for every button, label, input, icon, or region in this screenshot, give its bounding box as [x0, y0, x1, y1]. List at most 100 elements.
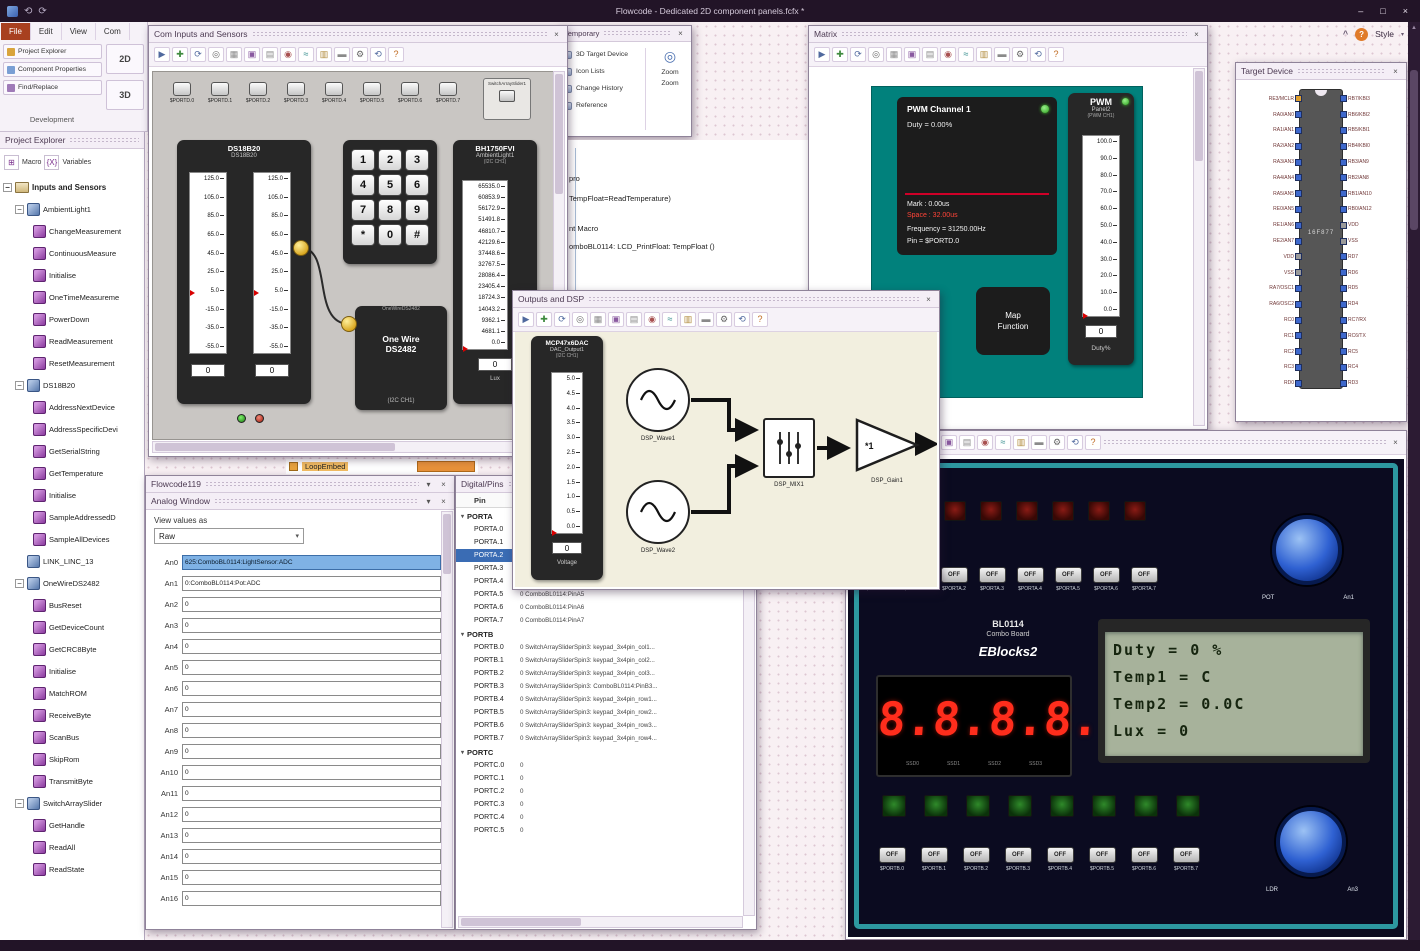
pin-row-PORTB.7[interactable]: PORTB.7 0 SwitchArraySliderSpin3: keypad_…	[456, 732, 744, 745]
grid-icon[interactable]: ▦	[226, 47, 242, 62]
panel-switch[interactable]: $PORTD.0	[165, 82, 199, 104]
vertical-scrollbar[interactable]	[441, 511, 453, 928]
grid-icon[interactable]: ▦	[886, 47, 902, 62]
scrollbar-thumb[interactable]	[1410, 70, 1418, 230]
ruler-icon[interactable]: ▬	[994, 47, 1010, 62]
analog-value-An4[interactable]: 0	[182, 639, 441, 654]
pin-RA7/OSC1[interactable]	[1295, 284, 1302, 292]
scrollbar-thumb[interactable]	[461, 918, 581, 926]
keypad-key-8[interactable]: 8	[378, 199, 402, 221]
pin-RD5[interactable]	[1340, 284, 1347, 292]
refresh-icon[interactable]: ⟲	[1067, 435, 1083, 450]
panel-switch[interactable]: $PORTD.2	[241, 82, 275, 104]
pin-RB7/KBI3[interactable]	[1340, 95, 1347, 103]
help-icon[interactable]: ?	[1355, 27, 1369, 41]
tree-item-ResetMeasurement[interactable]: ResetMeasurement	[3, 352, 143, 374]
off-button[interactable]: OFF	[1092, 567, 1120, 583]
tree-item-ReadAll[interactable]: ReadAll	[3, 836, 143, 858]
switch-button[interactable]	[363, 82, 381, 96]
chart-icon[interactable]: ▥	[976, 47, 992, 62]
pin-RB6/KBI2[interactable]	[1340, 111, 1347, 119]
off-button[interactable]: OFF	[1054, 567, 1082, 583]
scroll-up-icon[interactable]: ▲	[1408, 22, 1420, 34]
panel-switch[interactable]: $PORTD.6	[393, 82, 427, 104]
tree-item-ContinuousMeasure[interactable]: ContinuousMeasure	[3, 242, 143, 264]
variables-icon[interactable]: {X}	[44, 154, 60, 170]
layers-icon[interactable]: ▤	[922, 47, 938, 62]
select-icon[interactable]: ▶	[814, 47, 830, 62]
zoom-button[interactable]: Zoom	[649, 80, 691, 87]
minimize-button[interactable]: –	[1358, 6, 1363, 16]
off-button[interactable]: OFF	[1130, 567, 1158, 583]
board-switch[interactable]: OFF $PORTA.5	[1050, 567, 1086, 592]
analog-value-An3[interactable]: 0	[182, 618, 441, 633]
analog-value-An15[interactable]: 0	[182, 870, 441, 885]
3d-panel-button[interactable]: 3D	[106, 80, 144, 110]
analog-value-An8[interactable]: 0	[182, 723, 441, 738]
close-icon[interactable]: ×	[1191, 30, 1202, 39]
tree-item-ReceiveByte[interactable]: ReceiveByte	[3, 704, 143, 726]
pin-RD3[interactable]	[1340, 379, 1347, 387]
expander-icon[interactable]: −	[3, 182, 12, 192]
switch-button[interactable]	[287, 82, 305, 96]
expander-icon[interactable]: −	[15, 798, 24, 808]
ruler-icon[interactable]: ▬	[1031, 435, 1047, 450]
layers-icon[interactable]: ▤	[626, 312, 642, 327]
keypad-key-2[interactable]: 2	[378, 149, 402, 171]
panel-switch[interactable]: $PORTD.3	[279, 82, 313, 104]
help-icon[interactable]: ?	[1085, 435, 1101, 450]
pin-RA6/OSC2[interactable]	[1295, 300, 1302, 308]
board-switch[interactable]: OFF $PORTB.1	[916, 847, 952, 872]
mini-switch[interactable]	[499, 90, 515, 102]
tab-view[interactable]: View	[61, 23, 96, 40]
ruler-icon[interactable]: ▬	[698, 312, 714, 327]
pin-RE2/AN7[interactable]	[1295, 237, 1302, 245]
pwm-channel-component[interactable]: PWM Channel 1 Duty = 0.00% Mark : 0.00us…	[897, 97, 1057, 255]
off-button[interactable]: OFF	[940, 567, 968, 583]
pin-RD7[interactable]	[1340, 253, 1347, 261]
expander-icon[interactable]: −	[15, 204, 24, 214]
zoom-icon[interactable]: ◎	[649, 48, 691, 65]
analog-value-An9[interactable]: 0	[182, 744, 441, 759]
pin-row-PORTB.6[interactable]: PORTB.6 0 SwitchArraySliderSpin3: keypad_…	[456, 719, 744, 732]
tree-item-GetTemperature[interactable]: GetTemperature	[3, 462, 143, 484]
camera-icon[interactable]: ◉	[940, 47, 956, 62]
settings-icon[interactable]: ⚙	[1049, 435, 1065, 450]
pin-RA5/AN5[interactable]	[1295, 190, 1302, 198]
box-icon[interactable]: ▣	[244, 47, 260, 62]
dsp-wave2-component[interactable]	[626, 480, 690, 544]
tree-item-ChangeMeasurement[interactable]: ChangeMeasurement	[3, 220, 143, 242]
tree-item-GetHandle[interactable]: GetHandle	[3, 814, 143, 836]
chart-icon[interactable]: ▥	[316, 47, 332, 62]
tree-item-SampleAddressedD[interactable]: SampleAddressedD	[3, 506, 143, 528]
pane-header[interactable]: Analog Window ▾ ×	[146, 493, 454, 510]
tree-item-SkipRom[interactable]: SkipRom	[3, 748, 143, 770]
board-switch[interactable]: OFF $PORTB.4	[1042, 847, 1078, 872]
switch-button[interactable]	[325, 82, 343, 96]
2d-panel-button[interactable]: 2D	[106, 44, 144, 74]
dsp-mixer-component[interactable]	[763, 418, 815, 478]
voltage-scale[interactable]: 5.0 4.5 4.0 3.5 3.0 2.5 2.0 1.5 1.0 0.5 0.0	[551, 372, 583, 536]
scrollbar-thumb[interactable]	[443, 514, 451, 574]
close-icon[interactable]: ×	[438, 480, 449, 489]
board-switch[interactable]: OFF $PORTB.2	[958, 847, 994, 872]
tree-item-Initialise[interactable]: Initialise	[3, 484, 143, 506]
panel-switch[interactable]: $PORTD.1	[203, 82, 237, 104]
chevron-down-icon[interactable]: ▾	[423, 497, 434, 506]
pin-RB1/AN10[interactable]	[1340, 190, 1347, 198]
board-switch[interactable]: OFF $PORTA.7	[1126, 567, 1162, 592]
zoom-icon[interactable]: ◎	[572, 312, 588, 327]
analog-value-An12[interactable]: 0	[182, 807, 441, 822]
collapse-ribbon-icon[interactable]: ^	[1343, 29, 1348, 39]
pin-row-PORTC.2[interactable]: PORTC.2 0	[456, 785, 744, 798]
switch-button[interactable]	[173, 82, 191, 96]
undo-icon[interactable]: ⟲	[24, 6, 32, 17]
analog-value-An2[interactable]: 0	[182, 597, 441, 612]
wave-icon[interactable]: ≈	[662, 312, 678, 327]
settings-icon[interactable]: ⚙	[1012, 47, 1028, 62]
mcp47x6-dac-component[interactable]: MCP47x6DAC DAC_Output1 (I2C CH1) 5.0 4.5 4…	[531, 336, 603, 580]
port-group-PORTB[interactable]: ▾ PORTB	[456, 627, 744, 641]
analog-value-An1[interactable]: 0:ComboBL0114:Pot:ADC	[182, 576, 441, 591]
pin-VDD[interactable]	[1340, 221, 1347, 229]
panel-switch[interactable]: $PORTD.5	[355, 82, 389, 104]
